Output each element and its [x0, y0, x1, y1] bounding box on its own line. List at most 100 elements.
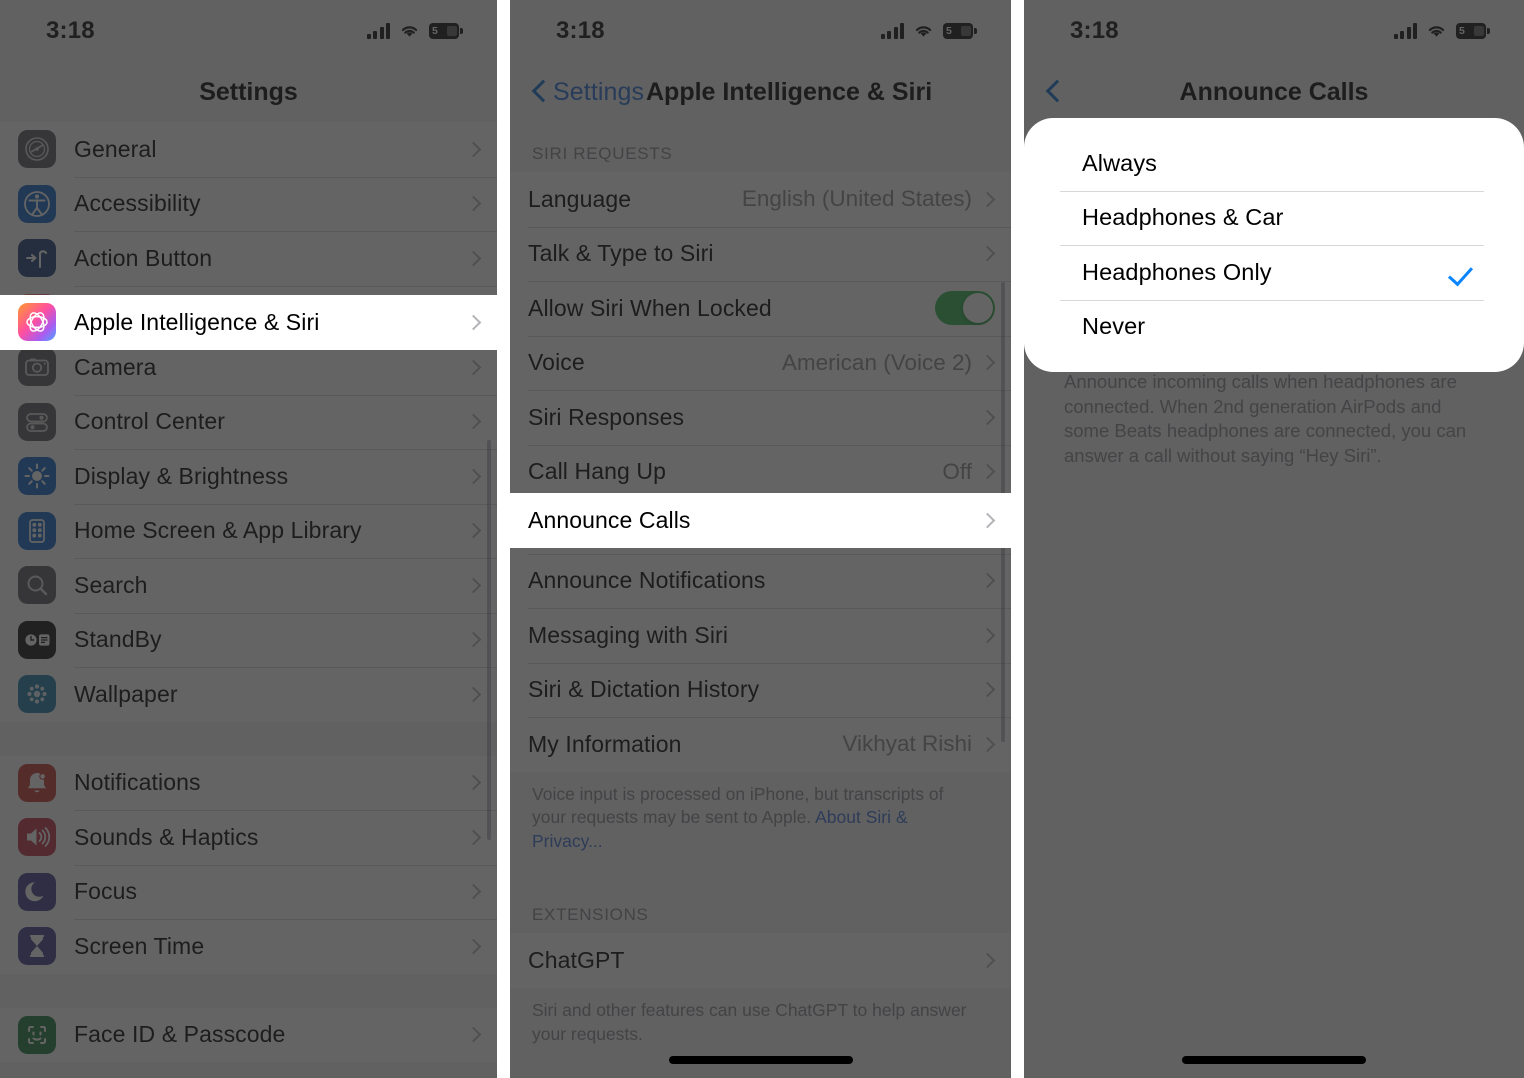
- row-label: Accessibility: [74, 190, 201, 217]
- announce-calls-description: Announce incoming calls when headphones …: [1064, 371, 1467, 466]
- row-talk-type-to-siri[interactable]: Talk & Type to Siri: [510, 226, 1011, 281]
- group-spacer-2: [0, 974, 497, 1008]
- sidebar-item-screen-time[interactable]: Screen Time: [0, 919, 497, 974]
- sidebar-item-display-brightness[interactable]: Display & Brightness: [0, 449, 497, 504]
- sidebar-item-standby[interactable]: StandBy: [0, 612, 497, 667]
- back-button[interactable]: Settings: [532, 78, 644, 107]
- chevron-right-icon: [979, 736, 996, 753]
- chevron-right-icon: [465, 829, 482, 846]
- highlight-apple-intelligence-siri[interactable]: Apple Intelligence & Siri: [0, 295, 497, 350]
- battery-level-label: 5: [432, 24, 438, 37]
- option-label: Headphones Only: [1082, 258, 1272, 285]
- status-bar-indicators: 5: [366, 23, 463, 39]
- battery-level-label: 5: [1459, 24, 1465, 37]
- cellular-signal-icon: [366, 23, 390, 39]
- scroll-indicator[interactable]: [487, 440, 491, 840]
- siri-requests-group: Language English (United States) Talk & …: [510, 172, 1011, 772]
- allow-siri-when-locked-toggle[interactable]: [935, 291, 995, 326]
- row-my-information[interactable]: My Information Vikhyat Rishi: [510, 717, 1011, 772]
- row-announce-notifications[interactable]: Announce Notifications: [510, 553, 1011, 608]
- battery-icon: 5: [943, 23, 977, 39]
- three-phone-screenshot-stage: 3:18 5 Settings General Accessibility Ac…: [0, 0, 1524, 1078]
- phone-panel-apple-intelligence-siri: 3:18 5 Settings Apple Intelligence & Sir…: [510, 0, 1011, 1078]
- siri-privacy-footnote: Voice input is processed on iPhone, but …: [510, 772, 1011, 854]
- sidebar-item-face-id-passcode[interactable]: Face ID & Passcode: [0, 1007, 497, 1062]
- highlight-announce-calls[interactable]: Announce Calls: [510, 493, 1011, 548]
- cellular-signal-icon: [880, 23, 904, 39]
- chevron-left-icon: [532, 81, 545, 104]
- sidebar-item-focus[interactable]: Focus: [0, 864, 497, 919]
- option-label: Headphones & Car: [1082, 204, 1284, 231]
- moon-icon: [18, 872, 56, 911]
- speaker-icon: [18, 818, 56, 857]
- checkmark-icon: [1454, 266, 1478, 279]
- cellular-signal-icon: [1393, 23, 1417, 39]
- sidebar-item-search[interactable]: Search: [0, 558, 497, 613]
- phone-panel-settings: 3:18 5 Settings General Accessibility Ac…: [0, 0, 497, 1078]
- sidebar-item-notifications[interactable]: Notifications: [0, 755, 497, 810]
- row-label: Focus: [74, 878, 138, 905]
- row-messaging-with-siri[interactable]: Messaging with Siri: [510, 608, 1011, 663]
- sidebar-item-control-center[interactable]: Control Center: [0, 394, 497, 449]
- row-call-hang-up[interactable]: Call Hang Up Off: [510, 444, 1011, 499]
- row-announce-calls-highlighted[interactable]: Announce Calls: [510, 493, 1011, 548]
- chevron-right-icon: [465, 314, 482, 331]
- wifi-icon: [913, 23, 934, 39]
- row-label: Announce Notifications: [528, 567, 766, 594]
- phone-panel-announce-calls: 3:18 5 Announce Calls Announce incoming …: [1024, 0, 1524, 1078]
- row-siri-responses[interactable]: Siri Responses: [510, 390, 1011, 445]
- option-always[interactable]: Always: [1042, 136, 1506, 191]
- chevron-right-icon: [979, 409, 996, 426]
- row-voice[interactable]: Voice American (Voice 2): [510, 335, 1011, 390]
- row-language[interactable]: Language English (United States): [510, 172, 1011, 227]
- sidebar-item-apple-intelligence-siri-highlighted[interactable]: Apple Intelligence & Siri: [0, 295, 497, 350]
- nav-bar: Settings: [0, 62, 497, 122]
- brightness-icon: [18, 457, 56, 496]
- sidebar-item-home-screen-app-library[interactable]: Home Screen & App Library: [0, 503, 497, 558]
- option-headphones-only[interactable]: Headphones Only: [1042, 245, 1506, 300]
- row-label: Face ID & Passcode: [74, 1021, 286, 1048]
- gear-icon: [18, 130, 56, 169]
- row-label: Voice: [528, 349, 585, 376]
- face-id-icon: [18, 1015, 56, 1054]
- home-indicator: [668, 1056, 853, 1064]
- chevron-right-icon: [465, 141, 482, 158]
- row-chatgpt[interactable]: ChatGPT: [510, 933, 1011, 988]
- row-value: American (Voice 2): [781, 349, 972, 375]
- status-bar: 3:18 5: [510, 0, 1011, 62]
- row-label: Apple Intelligence & Siri: [74, 308, 320, 335]
- row-value: English (United States): [741, 186, 972, 212]
- chevron-right-icon: [979, 952, 996, 969]
- sidebar-item-general[interactable]: General: [0, 122, 497, 177]
- row-label: Display & Brightness: [74, 462, 289, 489]
- chatgpt-footnote: Siri and other features can use ChatGPT …: [532, 999, 967, 1044]
- row-allow-siri-when-locked[interactable]: Allow Siri When Locked: [510, 281, 1011, 336]
- sidebar-item-action-button[interactable]: Action Button: [0, 231, 497, 286]
- settings-screen: 3:18 5 Settings General Accessibility Ac…: [0, 0, 497, 1078]
- sidebar-item-sounds-haptics[interactable]: Sounds & Haptics: [0, 810, 497, 865]
- chevron-right-icon: [465, 938, 482, 955]
- chevron-right-icon: [465, 250, 482, 267]
- row-siri-dictation-history[interactable]: Siri & Dictation History: [510, 662, 1011, 717]
- row-value: Vikhyat Rishi: [842, 731, 972, 757]
- sidebar-item-wallpaper[interactable]: Wallpaper: [0, 667, 497, 722]
- option-headphones-and-car[interactable]: Headphones & Car: [1042, 190, 1506, 245]
- row-label: Messaging with Siri: [528, 621, 729, 648]
- option-never[interactable]: Never: [1042, 299, 1506, 354]
- chevron-right-icon: [465, 686, 482, 703]
- chevron-right-icon: [465, 195, 482, 212]
- page-title: Announce Calls: [1179, 77, 1369, 106]
- sidebar-item-accessibility[interactable]: Accessibility: [0, 176, 497, 231]
- wifi-icon: [399, 23, 420, 39]
- row-value: Off: [942, 458, 972, 484]
- wifi-icon: [1426, 23, 1447, 39]
- row-label: Control Center: [74, 408, 225, 435]
- row-label: Call Hang Up: [528, 458, 666, 485]
- status-bar-indicators: 5: [1393, 23, 1490, 39]
- status-bar-time: 3:18: [1070, 17, 1119, 44]
- row-label: ChatGPT: [528, 947, 625, 974]
- status-bar-indicators: 5: [880, 23, 977, 39]
- back-button-label: Settings: [553, 77, 645, 106]
- siri-icon: [18, 303, 56, 342]
- back-button[interactable]: [1046, 81, 1059, 104]
